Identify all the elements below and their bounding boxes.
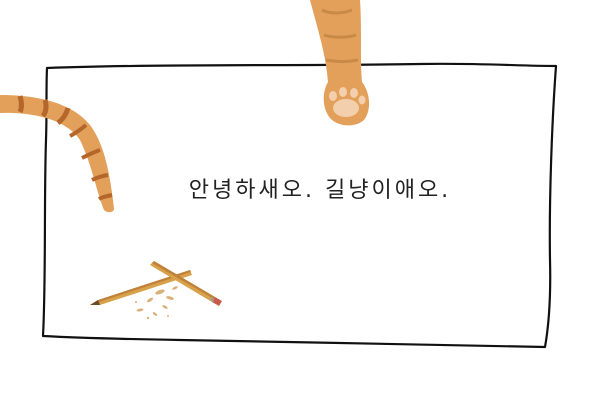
greeting-message: 안녕하새오. 길냥이애오. (188, 178, 452, 203)
scene: 안녕하새오. 길냥이애오. (0, 0, 600, 400)
hand-drawn-frame (41, 62, 558, 349)
